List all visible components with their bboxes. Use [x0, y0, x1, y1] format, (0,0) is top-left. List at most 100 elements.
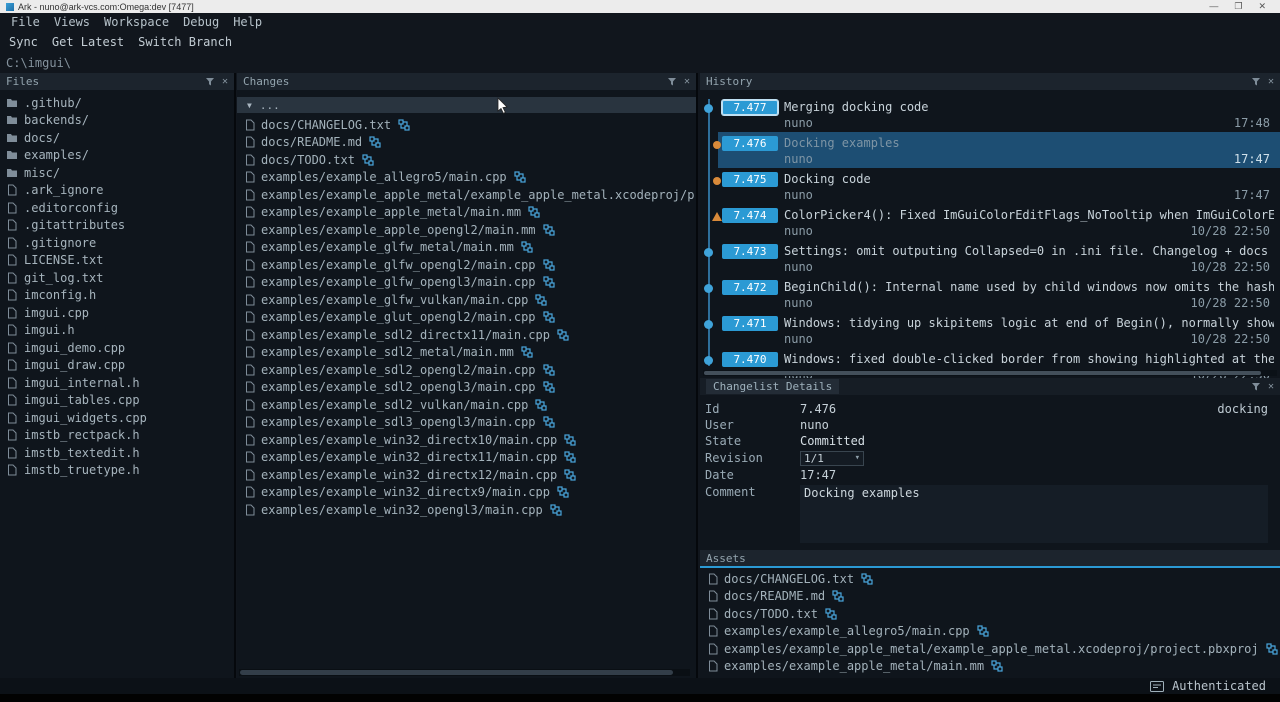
- changeset-row[interactable]: 7.472 BeginChild(): Internal name used b…: [700, 276, 1280, 312]
- menu-bar: FileViewsWorkspaceDebugHelp: [0, 13, 1280, 31]
- changed-file-row[interactable]: examples/example_sdl2_metal/main.mm: [237, 344, 696, 362]
- changed-file-row[interactable]: docs/CHANGELOG.txt: [237, 116, 696, 134]
- changed-file-row[interactable]: examples/example_win32_directx10/main.cp…: [237, 431, 696, 449]
- changed-file-row[interactable]: examples/example_sdl3_opengl3/main.cpp: [237, 414, 696, 432]
- file-tree-item[interactable]: imstb_rectpack.h: [0, 427, 234, 445]
- changeset-row[interactable]: 7.473 Settings: omit outputing Collapsed…: [700, 240, 1280, 276]
- document-icon: [6, 429, 18, 441]
- filter-icon[interactable]: [667, 77, 677, 87]
- changeset-row[interactable]: 7.474 ColorPicker4(): Fixed ImGuiColorEd…: [700, 204, 1280, 240]
- scrollbar-thumb[interactable]: [704, 371, 1261, 375]
- changed-file-row[interactable]: examples/example_sdl2_directx11/main.cpp: [237, 326, 696, 344]
- file-tree-item[interactable]: imconfig.h: [0, 287, 234, 305]
- horizontal-scrollbar[interactable]: [239, 669, 690, 676]
- asset-row[interactable]: examples/example_apple_metal/main.mm: [700, 658, 1280, 676]
- changeset-row[interactable]: 7.477 Merging docking code nuno 17:48: [700, 96, 1280, 132]
- changed-file-row[interactable]: examples/example_glfw_metal/main.mm: [237, 239, 696, 257]
- changes-root-row[interactable]: ▼ ...: [237, 97, 696, 113]
- menu-item[interactable]: Help: [226, 15, 269, 29]
- file-tree-item[interactable]: imgui.h: [0, 322, 234, 340]
- asset-row[interactable]: docs/TODO.txt: [700, 605, 1280, 623]
- asset-row[interactable]: examples/example_allegro5/main.cpp: [700, 623, 1280, 641]
- changed-file-row[interactable]: examples/example_glfw_opengl3/main.cpp: [237, 274, 696, 292]
- file-tree-item[interactable]: imgui_demo.cpp: [0, 339, 234, 357]
- filter-icon[interactable]: [1251, 382, 1261, 392]
- changed-file-name: examples/example_glfw_opengl3/main.cpp: [261, 275, 536, 289]
- collapse-triangle-icon[interactable]: ▼: [247, 101, 252, 110]
- file-tree-item[interactable]: imgui_widgets.cpp: [0, 409, 234, 427]
- file-tree-item[interactable]: imgui_tables.cpp: [0, 392, 234, 410]
- changed-file-row[interactable]: examples/example_glfw_vulkan/main.cpp: [237, 291, 696, 309]
- file-name: imgui.cpp: [24, 306, 89, 320]
- file-name: imstb_truetype.h: [24, 463, 140, 477]
- changeset-marker-icon: [713, 141, 721, 149]
- document-icon: [6, 184, 18, 196]
- menu-item[interactable]: Debug: [176, 15, 226, 29]
- changed-file-row[interactable]: examples/example_allegro5/main.cpp: [237, 169, 696, 187]
- file-tree-item[interactable]: .gitattributes: [0, 217, 234, 235]
- changeset-author: nuno: [784, 152, 1234, 166]
- close-icon[interactable]: ✕: [1268, 382, 1274, 392]
- file-tree-item[interactable]: imgui_draw.cpp: [0, 357, 234, 375]
- changed-file-row[interactable]: examples/example_apple_metal/main.mm: [237, 204, 696, 222]
- file-tree-item[interactable]: imstb_textedit.h: [0, 444, 234, 462]
- toolbar-button[interactable]: Sync: [2, 35, 45, 49]
- file-tree-item[interactable]: .ark_ignore: [0, 182, 234, 200]
- menu-item[interactable]: Workspace: [97, 15, 176, 29]
- changed-status-icon: [521, 346, 533, 358]
- file-tree-item[interactable]: imstb_truetype.h: [0, 462, 234, 480]
- changed-file-row[interactable]: docs/README.md: [237, 134, 696, 152]
- changed-file-row[interactable]: examples/example_win32_directx9/main.cpp: [237, 484, 696, 502]
- asset-row[interactable]: docs/CHANGELOG.txt: [700, 570, 1280, 588]
- changed-file-row[interactable]: examples/example_glfw_opengl2/main.cpp: [237, 256, 696, 274]
- changed-file-row[interactable]: examples/example_sdl2_vulkan/main.cpp: [237, 396, 696, 414]
- toolbar-button[interactable]: Switch Branch: [131, 35, 239, 49]
- document-icon: [245, 399, 256, 411]
- toolbar-button[interactable]: Get Latest: [45, 35, 131, 49]
- filter-icon[interactable]: [205, 77, 215, 87]
- changed-file-row[interactable]: examples/example_win32_opengl3/main.cpp: [237, 501, 696, 519]
- changed-file-row[interactable]: examples/example_sdl2_opengl3/main.cpp: [237, 379, 696, 397]
- file-tree-item[interactable]: LICENSE.txt: [0, 252, 234, 270]
- file-tree-item[interactable]: .github/: [0, 94, 234, 112]
- filter-icon[interactable]: [1251, 77, 1261, 87]
- file-tree-item[interactable]: docs/: [0, 129, 234, 147]
- minimize-button[interactable]: —: [1209, 0, 1218, 13]
- changed-file-row[interactable]: examples/example_apple_opengl2/main.mm: [237, 221, 696, 239]
- changeset-row[interactable]: 7.476 Docking examples nuno 17:47: [700, 132, 1280, 168]
- menu-item[interactable]: Views: [47, 15, 97, 29]
- asset-row[interactable]: examples/example_apple_metal/example_app…: [700, 640, 1280, 658]
- close-icon[interactable]: ✕: [222, 77, 228, 87]
- close-icon[interactable]: ✕: [1268, 77, 1274, 87]
- document-icon: [245, 451, 256, 463]
- changeset-row[interactable]: 7.475 Docking code nuno 17:47: [700, 168, 1280, 204]
- changeset-row[interactable]: 7.471 Windows: tidying up skipitems logi…: [700, 312, 1280, 348]
- changed-file-row[interactable]: examples/example_win32_directx11/main.cp…: [237, 449, 696, 467]
- file-tree-item[interactable]: misc/: [0, 164, 234, 182]
- horizontal-scrollbar[interactable]: [703, 370, 1277, 376]
- close-icon[interactable]: ✕: [684, 77, 690, 87]
- file-tree-item[interactable]: imgui_internal.h: [0, 374, 234, 392]
- changeset-time: 10/28 22:50: [1191, 296, 1274, 310]
- asset-row[interactable]: docs/README.md: [700, 588, 1280, 606]
- changed-status-icon: [514, 171, 526, 183]
- changed-file-row[interactable]: examples/example_apple_metal/example_app…: [237, 186, 696, 204]
- revision-dropdown[interactable]: 1/1 ▾: [800, 451, 864, 466]
- document-icon: [708, 608, 719, 620]
- changed-status-icon: [564, 434, 576, 446]
- maximize-button[interactable]: ❐: [1234, 0, 1242, 13]
- file-tree-item[interactable]: git_log.txt: [0, 269, 234, 287]
- user-label: User: [705, 418, 800, 432]
- changed-file-row[interactable]: examples/example_win32_directx12/main.cp…: [237, 466, 696, 484]
- scrollbar-thumb[interactable]: [240, 670, 673, 675]
- menu-item[interactable]: File: [4, 15, 47, 29]
- file-tree-item[interactable]: examples/: [0, 147, 234, 165]
- file-tree-item[interactable]: .gitignore: [0, 234, 234, 252]
- changed-file-row[interactable]: examples/example_sdl2_opengl2/main.cpp: [237, 361, 696, 379]
- changed-file-row[interactable]: docs/TODO.txt: [237, 151, 696, 169]
- changed-file-row[interactable]: examples/example_glut_opengl2/main.cpp: [237, 309, 696, 327]
- file-tree-item[interactable]: imgui.cpp: [0, 304, 234, 322]
- file-tree-item[interactable]: backends/: [0, 112, 234, 130]
- close-button[interactable]: ✕: [1258, 0, 1266, 13]
- file-tree-item[interactable]: .editorconfig: [0, 199, 234, 217]
